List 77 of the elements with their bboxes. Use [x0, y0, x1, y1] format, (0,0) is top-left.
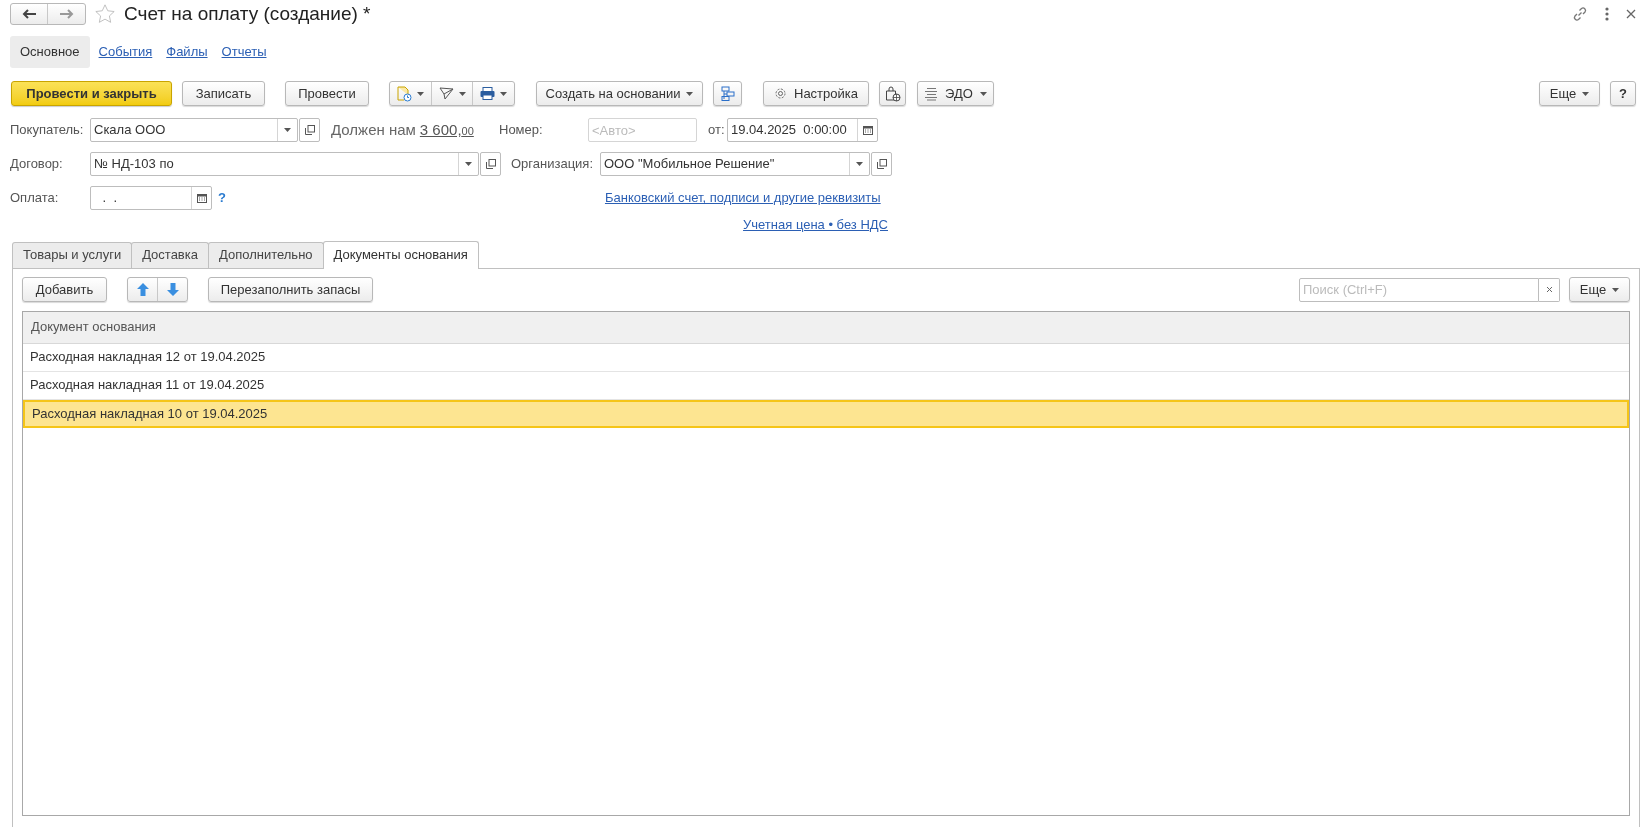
table-row[interactable]: Расходная накладная 11 от 19.04.2025 — [23, 371, 1629, 400]
open-button[interactable] — [299, 118, 320, 142]
up-arrow-icon — [136, 283, 149, 296]
price-type-link[interactable]: Учетная цена • без НДС — [743, 215, 888, 235]
table-row[interactable]: Расходная накладная 10 от 19.04.2025 — [23, 399, 1629, 428]
edo-button[interactable]: ЭДО — [917, 81, 994, 106]
settings-button[interactable]: Настройка — [763, 81, 869, 106]
hierarchy-icon — [720, 86, 735, 101]
structure-button[interactable] — [713, 81, 742, 106]
tab[interactable]: Товары и услуги — [12, 241, 133, 268]
caret-icon — [458, 91, 466, 96]
payment-date-field[interactable]: . . — [90, 186, 212, 210]
section-tab[interactable]: Отчеты — [216, 36, 272, 68]
more-button[interactable]: Еще — [1569, 277, 1630, 302]
gear-icon — [774, 87, 787, 100]
create-based-on-button[interactable]: Создать на основании — [536, 81, 703, 106]
field-label: Покупатель: — [10, 121, 85, 140]
caret-icon — [1582, 91, 1590, 96]
column-header[interactable]: Документ основания — [23, 311, 1629, 343]
field-label: от: — [708, 121, 726, 140]
debt-label: Должен нам — [331, 119, 416, 140]
open-window-icon — [876, 159, 887, 169]
date-field[interactable]: 19.04.2025 0:00:00 — [727, 118, 878, 142]
save-button[interactable]: Записать — [182, 81, 265, 106]
open-window-icon — [485, 159, 496, 169]
field-label: Организация: — [511, 155, 595, 174]
help-button[interactable]: ? — [1610, 81, 1636, 106]
more-options-icon[interactable] — [1605, 7, 1609, 21]
document-clock-icon — [397, 85, 412, 102]
debt-amount-link[interactable]: 3 600,00 — [419, 118, 474, 142]
bag-globe-icon — [884, 85, 901, 102]
open-button[interactable] — [480, 152, 501, 176]
more-button[interactable]: Еще — [1539, 81, 1600, 106]
close-icon — [1545, 286, 1553, 293]
table-row[interactable]: Расходная накладная 12 от 19.04.2025 — [23, 343, 1629, 372]
tab[interactable]: Документы основания — [322, 240, 479, 269]
bank-details-link[interactable]: Банковский счет, подписи и другие реквизиты — [604, 188, 881, 208]
search-field[interactable]: Поиск (Ctrl+F) — [1299, 277, 1539, 302]
back-arrow-icon — [22, 9, 36, 19]
caret-icon — [284, 128, 291, 132]
refill-stock-button[interactable]: Перезаполнить запасы — [208, 277, 373, 302]
caret-icon — [465, 162, 472, 166]
caret-icon — [1612, 287, 1620, 292]
bag-button[interactable] — [879, 81, 906, 106]
down-arrow-icon — [166, 283, 179, 296]
caret-icon — [417, 91, 424, 96]
open-window-icon — [304, 125, 315, 135]
open-button[interactable] — [871, 152, 892, 176]
calendar-icon — [196, 193, 207, 203]
document-stack-icon — [924, 86, 939, 101]
field-label: Договор: — [10, 155, 64, 174]
add-button[interactable]: Добавить — [22, 277, 107, 302]
caret-icon — [856, 162, 863, 166]
link-icon[interactable] — [1572, 6, 1588, 22]
caret-icon — [500, 91, 507, 96]
close-icon[interactable] — [1626, 9, 1636, 19]
printer-icon — [480, 87, 495, 100]
field-label: Оплата: — [10, 189, 60, 208]
window-title: Счет на оплату (создание) * — [124, 1, 371, 26]
help-link[interactable]: ? — [218, 188, 226, 208]
section-tab[interactable]: Файлы — [161, 36, 213, 68]
star-icon[interactable] — [94, 3, 116, 25]
calendar-icon — [862, 125, 873, 135]
tab[interactable]: Доставка — [131, 241, 209, 268]
paper-plane-icon — [438, 87, 454, 100]
tab[interactable]: Дополнительно — [208, 241, 324, 268]
section-tab[interactable]: События — [93, 36, 158, 68]
section-tab[interactable]: Основное — [10, 36, 90, 68]
dropdown-field[interactable]: ООО "Мобильное Решение" — [600, 152, 870, 176]
post-button[interactable]: Провести — [285, 81, 369, 106]
post-and-close-button[interactable]: Провести и закрыть — [11, 81, 172, 106]
field-label: Номер: — [499, 121, 544, 140]
dropdown-field[interactable]: Скала ООО — [90, 118, 298, 142]
caret-icon — [686, 91, 694, 96]
dropdown-field[interactable]: № НД-103 по — [90, 152, 479, 176]
caret-icon — [979, 91, 987, 96]
forward-arrow-icon — [59, 9, 74, 19]
